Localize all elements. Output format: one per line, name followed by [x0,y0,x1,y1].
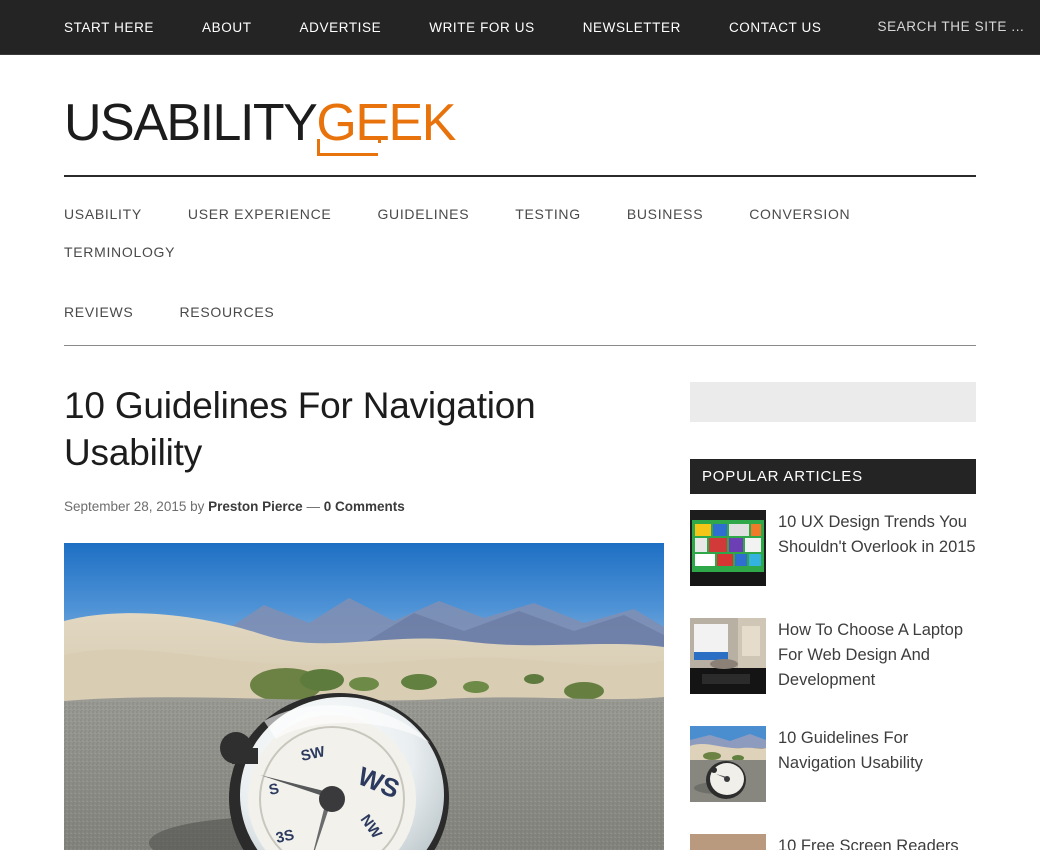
site-search[interactable] [877,18,1040,36]
article-meta: September 28, 2015 by Preston Pierce — 0… [64,499,664,514]
topnav-item-contact-us[interactable]: CONTACT US [729,20,822,35]
popular-articles-list: 10 UX Design Trends You Shouldn't Overlo… [690,494,976,850]
list-item-title: 10 Guidelines For Navigation Usability [778,729,923,773]
topnav-item-write-for-us[interactable]: WRITE FOR US [429,20,534,35]
nav-item-guidelines[interactable]: GUIDELINES [377,195,469,233]
article-comments-link[interactable]: 0 Comments [324,499,405,514]
topnav-item-advertise[interactable]: ADVERTISE [300,20,382,35]
nav-item-testing[interactable]: TESTING [515,195,581,233]
topnav-item-newsletter[interactable]: NEWSLETTER [583,20,681,35]
nav-item-usability[interactable]: USABILITY [64,195,142,233]
windows-tiles-thumbnail-icon [690,510,766,586]
popular-articles-heading: POPULAR ARTICLES [690,459,976,494]
logo-underline-mark [317,139,381,156]
nav-item-conversion[interactable]: CONVERSION [749,195,850,233]
primary-navigation: USABILITY USER EXPERIENCE GUIDELINES TES… [64,175,976,346]
site-header: USABILITYGEEK [64,55,976,175]
top-utility-bar: START HERE ABOUT ADVERTISE WRITE FOR US … [0,0,1040,55]
article-author-link[interactable]: Preston Pierce [208,499,303,514]
top-utility-bar-inner: START HERE ABOUT ADVERTISE WRITE FOR US … [64,18,1040,36]
list-item-title: 10 UX Design Trends You Shouldn't Overlo… [778,513,976,557]
topnav-item-start-here[interactable]: START HERE [64,20,154,35]
nav-item-resources[interactable]: RESOURCES [179,293,274,331]
article-meta-separator: — [306,498,320,514]
article-date: September 28, 2015 [64,498,187,514]
list-item-title: 10 Free Screen Readers For Blind Or Visu… [778,837,959,850]
page-title: 10 Guidelines For Navigation Usability [64,385,536,474]
search-input[interactable] [877,19,1040,34]
list-item[interactable]: How To Choose A Laptop For Web Design An… [690,602,976,710]
site-logo[interactable]: USABILITYGEEK [64,94,456,156]
hand-on-device-thumbnail-icon [690,834,766,850]
nav-item-terminology[interactable]: TERMINOLOGY [64,233,175,271]
topnav-item-about[interactable]: ABOUT [202,20,252,35]
top-navigation: START HERE ABOUT ADVERTISE WRITE FOR US … [64,20,821,35]
nav-item-reviews[interactable]: REVIEWS [64,293,133,331]
list-item[interactable]: 10 Free Screen Readers For Blind Or Visu… [690,818,976,850]
primary-nav-row-1: USABILITY USER EXPERIENCE GUIDELINES TES… [64,195,976,271]
laptop-desk-thumbnail-icon [690,618,766,694]
nav-item-business[interactable]: BUSINESS [627,195,703,233]
content-area: 10 Guidelines For Navigation Usability S… [64,346,976,850]
main-column: 10 Guidelines For Navigation Usability S… [64,382,664,850]
logo-text-usability: USABILITY [64,94,318,152]
list-item[interactable]: 10 UX Design Trends You Shouldn't Overlo… [690,494,976,602]
list-item[interactable]: 10 Guidelines For Navigation Usability [690,710,976,818]
article-by-word: by [190,498,205,514]
featured-image[interactable]: SW S 3S WS NW [64,542,664,850]
compass-desert-thumbnail-icon [690,726,766,802]
primary-nav-row-2: REVIEWS RESOURCES [64,293,976,331]
sidebar-ad-placeholder [690,382,976,422]
sidebar: POPULAR ARTICLES 10 UX Design Trends You… [690,382,976,850]
list-item-title: How To Choose A Laptop For Web Design An… [778,621,963,690]
nav-item-user-experience[interactable]: USER EXPERIENCE [188,195,332,233]
